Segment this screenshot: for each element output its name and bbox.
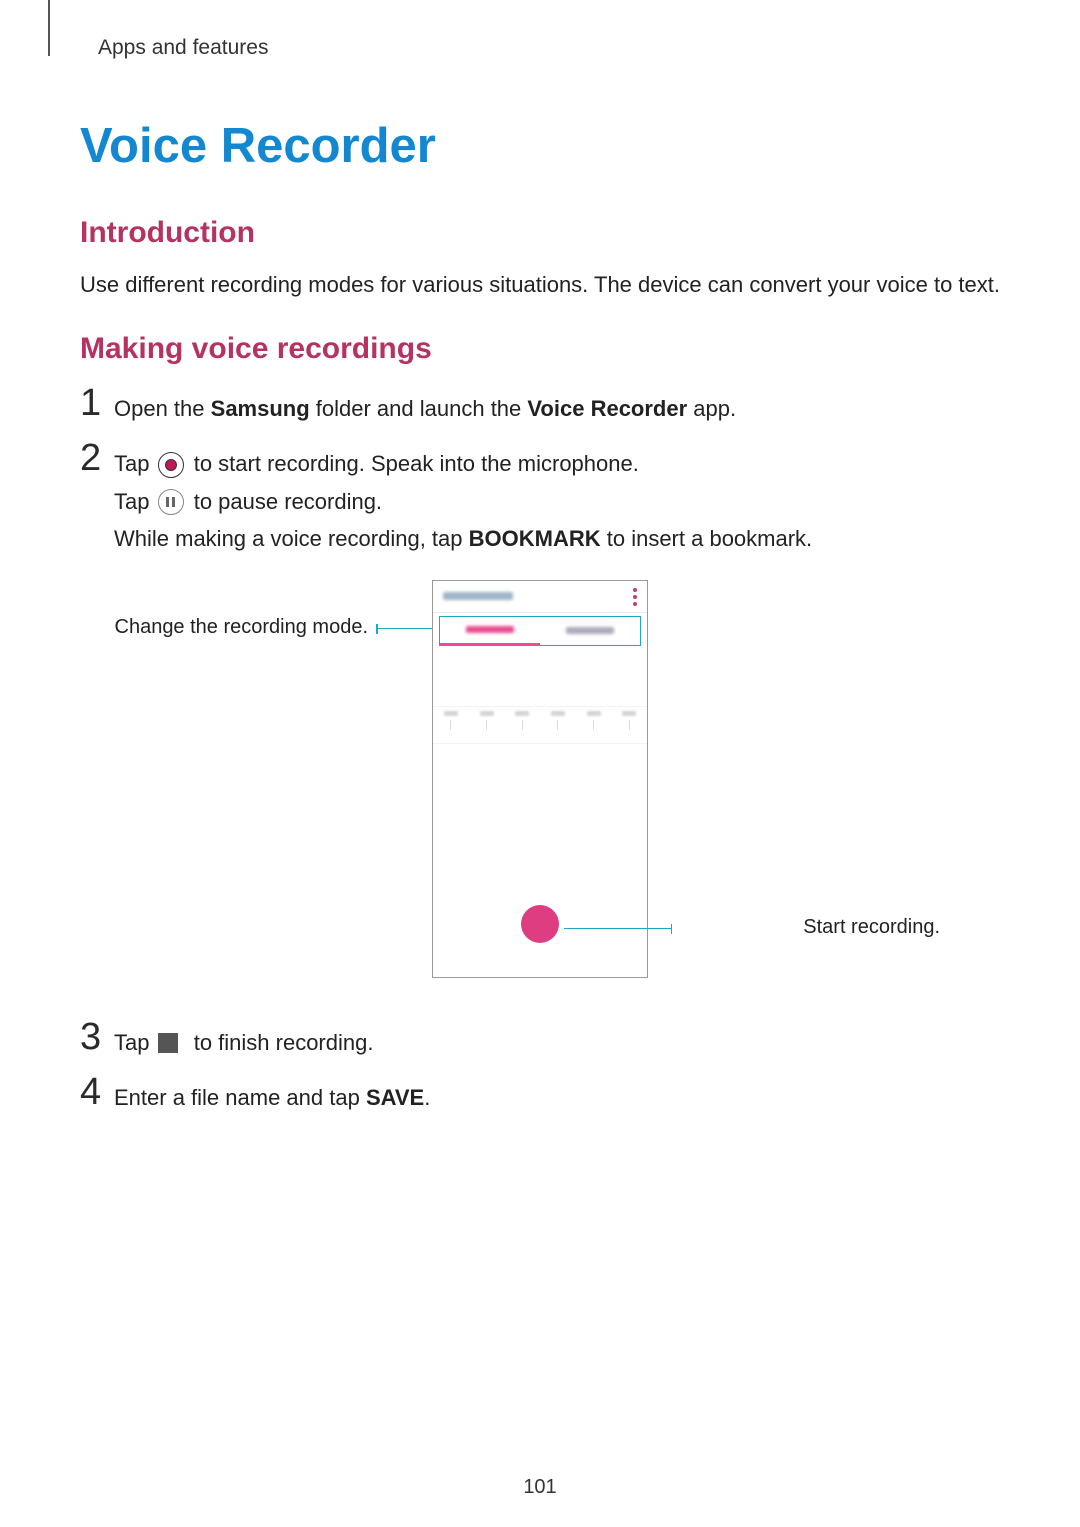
stop-icon <box>158 1030 186 1058</box>
page-title: Voice Recorder <box>80 118 1000 174</box>
step-1-line-1: Open the Samsung folder and launch the V… <box>114 390 1000 427</box>
breadcrumb: Apps and features <box>98 36 1000 60</box>
step-2-line-3: While making a voice recording, tap BOOK… <box>114 520 1000 557</box>
step-3-line-1: Tap to finish recording. <box>114 1024 1000 1061</box>
step-2-line-2: Tap to pause recording. <box>114 483 1000 520</box>
phone-frame <box>432 580 648 978</box>
step-4: 4 Enter a file name and tap SAVE. <box>80 1073 1000 1116</box>
phone-diagram: Change the recording mode. Start re <box>80 580 1000 990</box>
step-1: 1 Open the Samsung folder and launch the… <box>80 384 1000 427</box>
tab-active[interactable] <box>440 617 540 645</box>
callout-line-right <box>564 928 672 930</box>
intro-text: Use different recording modes for variou… <box>80 268 1000 302</box>
page-number: 101 <box>0 1476 1080 1499</box>
header-divider <box>48 0 50 56</box>
record-icon <box>158 452 186 480</box>
step-3: 3 Tap to finish recording. <box>80 1018 1000 1061</box>
step-number: 4 <box>80 1073 114 1111</box>
step-2: 2 Tap to start recording. Speak into the… <box>80 439 1000 557</box>
phone-app-title <box>443 592 513 600</box>
timeline-ruler <box>433 706 647 744</box>
record-button[interactable] <box>521 905 559 943</box>
pause-icon <box>158 489 186 517</box>
step-4-line-1: Enter a file name and tap SAVE. <box>114 1079 1000 1116</box>
phone-titlebar <box>433 581 647 613</box>
callout-line-left <box>376 628 436 630</box>
section-introduction-heading: Introduction <box>80 216 1000 250</box>
step-2-line-1: Tap to start recording. Speak into the m… <box>114 445 1000 482</box>
more-options-icon[interactable] <box>633 588 637 606</box>
recording-mode-tabs[interactable] <box>439 616 641 646</box>
step-number: 2 <box>80 439 114 477</box>
section-making-heading: Making voice recordings <box>80 332 1000 366</box>
step-number: 1 <box>80 384 114 422</box>
step-number: 3 <box>80 1018 114 1056</box>
tab-inactive[interactable] <box>540 617 640 645</box>
callout-start-recording: Start recording. <box>803 916 940 939</box>
